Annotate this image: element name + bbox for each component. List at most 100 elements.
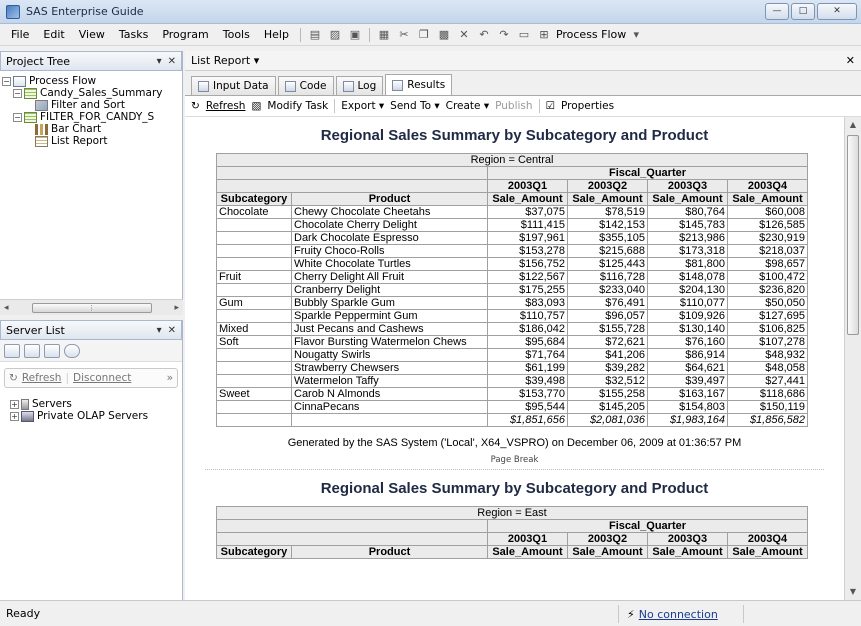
table-row: Nougatty Swirls $71,764 $41,206 $86,914 $48,… xyxy=(216,348,808,362)
pane-close-icon[interactable]: ✕ xyxy=(168,56,176,67)
menu-file[interactable]: File xyxy=(4,28,36,41)
paste-icon[interactable]: ▩ xyxy=(436,27,452,43)
scroll-thumb[interactable]: ⋮ xyxy=(31,302,152,313)
print-icon[interactable]: ▦ xyxy=(376,27,392,43)
scroll-right-icon[interactable]: ▸ xyxy=(174,303,179,313)
redo-icon[interactable]: ↷ xyxy=(496,27,512,43)
table-row: CinnaPecans $95,544 $145,205 $154,803 $150,1… xyxy=(216,400,808,414)
chevron-down-icon[interactable]: ▾ xyxy=(628,27,644,43)
sale-amount-cell: $153,278 xyxy=(487,244,568,258)
server-list-title: Server List xyxy=(6,323,65,337)
pane-menu-icon[interactable]: ▾ xyxy=(157,56,162,67)
collapse-icon[interactable]: − xyxy=(2,76,11,86)
globe-icon[interactable] xyxy=(64,343,80,358)
total-cell: $1,856,582 xyxy=(727,413,808,427)
new-icon[interactable]: ▤ xyxy=(307,27,323,43)
results-vscrollbar[interactable]: ▲ ▼ xyxy=(844,117,861,600)
properties-button[interactable]: Properties xyxy=(561,100,614,112)
tree-item-olap-servers[interactable]: + Private OLAP Servers xyxy=(2,410,180,422)
scroll-thumb[interactable] xyxy=(847,135,859,335)
menu-program[interactable]: Program xyxy=(155,28,215,41)
cut-icon[interactable]: ✂ xyxy=(396,27,412,43)
create-button[interactable]: Create ▾ xyxy=(446,100,490,112)
save-icon[interactable]: ▣ xyxy=(347,27,363,43)
table-row: Strawberry Chewsers $61,199 $39,282 $64,621… xyxy=(216,361,808,375)
tree-item-servers[interactable]: + Servers xyxy=(2,398,180,410)
subcategory-cell xyxy=(216,309,292,323)
scroll-left-icon[interactable]: ◂ xyxy=(4,303,9,313)
undo-icon[interactable]: ↶ xyxy=(476,27,492,43)
expand-icon[interactable]: + xyxy=(10,411,19,421)
overflow-chevron-icon[interactable]: » xyxy=(167,372,173,384)
document-title-dropdown[interactable]: List Report ▾ xyxy=(191,54,259,67)
modify-task-button[interactable]: Modify Task xyxy=(267,100,328,112)
server-disconnect-link[interactable]: Disconnect xyxy=(73,372,131,384)
tree-item-list-report[interactable]: List Report xyxy=(2,135,180,147)
results-icon xyxy=(392,79,404,91)
tree-item-bar-chart[interactable]: Bar Chart xyxy=(2,123,180,135)
tree-item-filter-for-candy[interactable]: − FILTER_FOR_CANDY_S xyxy=(2,111,180,123)
subcategory-cell xyxy=(216,400,292,414)
tab-input-data[interactable]: Input Data xyxy=(191,76,276,95)
delete-icon[interactable]: ✕ xyxy=(456,27,472,43)
document-close-icon[interactable]: ✕ xyxy=(846,54,855,67)
refresh-button[interactable]: Refresh xyxy=(206,100,246,112)
table-row: White Chocolate Turtles $156,752 $125,443 $… xyxy=(216,257,808,271)
product-cell: White Chocolate Turtles xyxy=(291,257,488,271)
maximize-button[interactable]: □ xyxy=(791,3,815,20)
tree-item-process-flow[interactable]: − Process Flow xyxy=(2,75,180,87)
expand-icon[interactable]: + xyxy=(10,399,19,409)
menu-view[interactable]: View xyxy=(72,28,112,41)
menu-help[interactable]: Help xyxy=(257,28,296,41)
no-connection-link[interactable]: No connection xyxy=(639,608,718,621)
tree-item-candy-sales-summary[interactable]: − Candy_Sales_Summary xyxy=(2,87,180,99)
sale-amount-cell: $116,728 xyxy=(567,270,648,284)
title-bar: SAS Enterprise Guide — □ ✕ xyxy=(0,0,861,24)
sale-amount-cell: $186,042 xyxy=(487,322,568,336)
scroll-down-icon[interactable]: ▼ xyxy=(845,584,861,600)
menu-tools[interactable]: Tools xyxy=(216,28,257,41)
menu-edit[interactable]: Edit xyxy=(36,28,71,41)
sale-amount-cell: $156,752 xyxy=(487,257,568,271)
pane-close-icon[interactable]: ✕ xyxy=(168,325,176,336)
server-refresh-link[interactable]: Refresh xyxy=(22,372,62,384)
sale-amount-cell: $110,757 xyxy=(487,309,568,323)
sale-amount-cell: $76,160 xyxy=(647,335,728,349)
tab-code[interactable]: Code xyxy=(277,76,334,95)
sale-amount-cell: $163,167 xyxy=(647,387,728,401)
tab-results[interactable]: Results xyxy=(385,74,453,95)
process-flow-button[interactable]: Process Flow xyxy=(556,28,626,41)
sale-amount-cell: $106,825 xyxy=(727,322,808,336)
scroll-up-icon[interactable]: ▲ xyxy=(845,117,861,133)
collapse-icon[interactable]: − xyxy=(13,112,22,122)
project-tree-hscrollbar[interactable]: ◂ ⋮ ▸ xyxy=(0,299,183,315)
minimize-button[interactable]: — xyxy=(765,3,789,20)
view-icon[interactable] xyxy=(44,343,60,358)
send-to-button[interactable]: Send To ▾ xyxy=(390,100,439,112)
tree-item-filter-and-sort[interactable]: Filter and Sort xyxy=(2,99,180,111)
copy-icon[interactable]: ❐ xyxy=(416,27,432,43)
sale-amount-cell: $127,695 xyxy=(727,309,808,323)
server-tool-icon[interactable] xyxy=(4,343,20,358)
collapse-icon[interactable]: − xyxy=(13,88,22,98)
sale-amount-cell: $48,932 xyxy=(727,348,808,362)
open-icon[interactable]: ▨ xyxy=(327,27,343,43)
process-flow-icon[interactable]: ⊞ xyxy=(536,27,552,43)
report-title-2: Regional Sales Summary by Subcategory an… xyxy=(320,480,709,497)
close-button[interactable]: ✕ xyxy=(817,3,857,20)
sale-amount-header: Sale_Amount xyxy=(567,192,648,206)
sale-amount-cell: $39,498 xyxy=(487,374,568,388)
folder-icon[interactable] xyxy=(24,343,40,358)
menu-tasks[interactable]: Tasks xyxy=(112,28,155,41)
view-icon[interactable]: ▭ xyxy=(516,27,532,43)
export-button[interactable]: Export ▾ xyxy=(341,100,384,112)
log-icon xyxy=(342,80,354,92)
sale-amount-cell: $125,443 xyxy=(567,257,648,271)
product-cell: CinnaPecans xyxy=(291,400,488,414)
refresh-icon: ↻ xyxy=(191,100,200,112)
table-row: Watermelon Taffy $39,498 $32,512 $39,497 $27… xyxy=(216,374,808,388)
sale-amount-cell: $37,075 xyxy=(487,205,568,219)
tab-log[interactable]: Log xyxy=(335,76,384,95)
project-tree-pane: Project Tree ▾ ✕ − Process Flow − Candy_S… xyxy=(0,51,183,315)
pane-menu-icon[interactable]: ▾ xyxy=(157,325,162,336)
